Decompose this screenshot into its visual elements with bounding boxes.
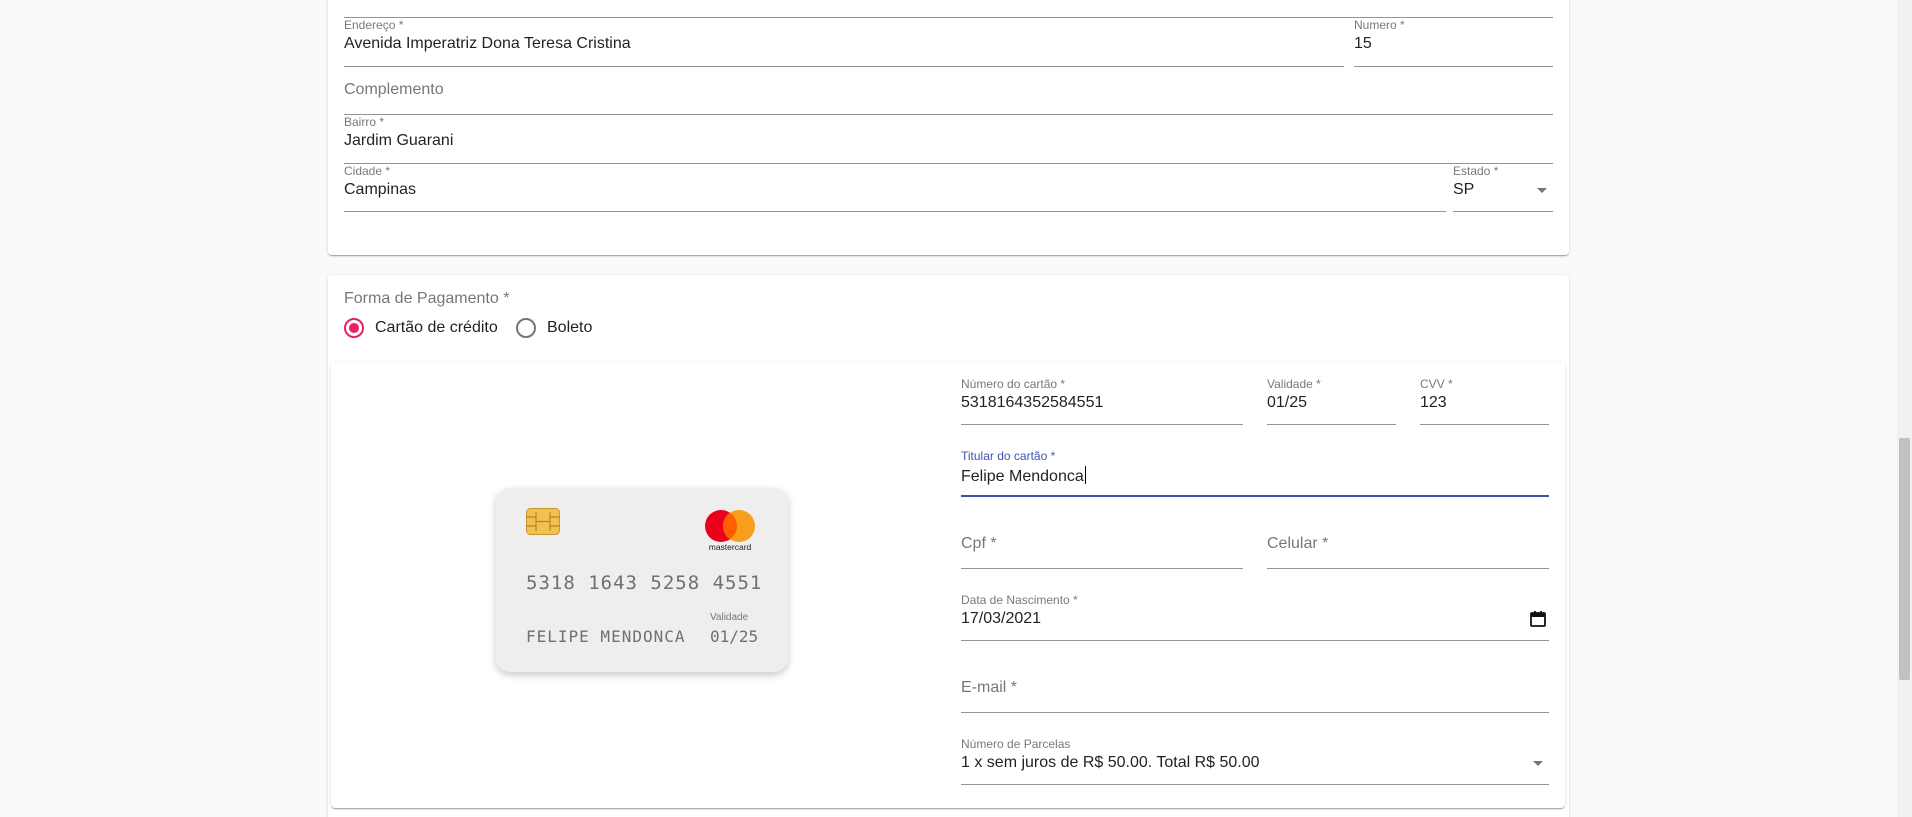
- cep-value: 13100-200: [344, 0, 421, 5]
- bairro-value: Jardim Guarani: [344, 132, 454, 149]
- endereco-value: Avenida Imperatriz Dona Teresa Cristina: [344, 35, 631, 52]
- installments-label: Número de Parcelas: [961, 737, 1071, 751]
- cidade-field[interactable]: Cidade * Campinas: [344, 164, 1446, 212]
- cvv-underline: [1420, 424, 1549, 425]
- mastercard-brand-text: mastercard: [709, 542, 752, 552]
- radio-checked-icon[interactable]: [344, 318, 364, 338]
- validity-underline: [1267, 424, 1396, 425]
- cpf-underline: [961, 568, 1243, 569]
- email-field[interactable]: E-mail *: [961, 665, 1549, 713]
- validity-field[interactable]: Validade * 01/25: [1267, 377, 1396, 425]
- email-underline: [961, 712, 1549, 713]
- cvv-field[interactable]: CVV * 123: [1420, 377, 1549, 425]
- dropdown-arrow-icon[interactable]: [1533, 761, 1543, 766]
- radio-credit-card-label: Cartão de crédito: [375, 319, 498, 336]
- cvv-label: CVV *: [1420, 377, 1453, 391]
- birthdate-field[interactable]: Data de Nascimento * 17/03/2021: [961, 593, 1549, 641]
- text-caret: [1084, 466, 1086, 484]
- card-preview-validity: 01/25: [710, 627, 759, 646]
- address-card: 13100-200 Endereço * Avenida Imperatriz …: [328, 0, 1569, 255]
- installments-select[interactable]: Número de Parcelas 1 x sem juros de R$ 5…: [961, 737, 1549, 785]
- radio-boleto-label: Boleto: [547, 319, 593, 336]
- radio-credit-card[interactable]: Cartão de crédito: [344, 318, 498, 338]
- celular-field[interactable]: Celular *: [1267, 521, 1549, 569]
- mastercard-logo-icon: mastercard: [705, 510, 755, 552]
- dropdown-arrow-icon[interactable]: [1537, 188, 1547, 193]
- payment-method-title: Forma de Pagamento *: [344, 290, 510, 307]
- card-preview-holder: FELIPE MENDONCA: [526, 627, 686, 646]
- bairro-label: Bairro *: [344, 115, 385, 129]
- estado-select[interactable]: Estado * SP: [1453, 164, 1553, 212]
- card-holder-underline: [961, 495, 1549, 497]
- cpf-placeholder: Cpf *: [961, 535, 997, 552]
- endereco-label: Endereço *: [344, 18, 404, 32]
- card-number-label: Número do cartão *: [961, 377, 1066, 391]
- endereco-field[interactable]: Endereço * Avenida Imperatriz Dona Teres…: [344, 18, 1344, 67]
- credit-card-preview: mastercard 5318 1643 5258 4551 FELIPE ME…: [496, 488, 788, 672]
- celular-underline: [1267, 568, 1549, 569]
- complemento-placeholder: Complemento: [344, 81, 444, 98]
- card-holder-value: Felipe Mendonca: [961, 468, 1084, 485]
- validity-value: 01/25: [1267, 394, 1308, 411]
- card-number-underline: [961, 424, 1243, 425]
- card-holder-label: Titular do cartão *: [961, 449, 1056, 463]
- bairro-field[interactable]: Bairro * Jardim Guarani: [344, 115, 1553, 164]
- chip-icon: [526, 508, 560, 535]
- complemento-field[interactable]: Complemento: [344, 67, 1553, 115]
- installments-value: 1 x sem juros de R$ 50.00. Total R$ 50.0…: [961, 754, 1260, 771]
- cidade-value: Campinas: [344, 181, 417, 198]
- radio-boleto[interactable]: Boleto: [516, 318, 592, 338]
- scrollbar-thumb[interactable]: [1899, 438, 1910, 680]
- cvv-value: 123: [1420, 394, 1447, 411]
- scrollbar-track[interactable]: [1897, 0, 1912, 817]
- card-number-value: 5318164352584551: [961, 394, 1104, 411]
- email-placeholder: E-mail *: [961, 679, 1018, 696]
- estado-underline: [1453, 211, 1553, 212]
- celular-placeholder: Celular *: [1267, 535, 1329, 552]
- installments-underline: [961, 784, 1549, 785]
- validity-label: Validade *: [1267, 377, 1321, 391]
- estado-label: Estado *: [1453, 164, 1499, 178]
- checkout-page: 13100-200 Endereço * Avenida Imperatriz …: [0, 0, 1912, 817]
- radio-unchecked-icon[interactable]: [516, 318, 536, 338]
- card-holder-field[interactable]: Titular do cartão * Felipe Mendonca: [961, 449, 1549, 497]
- cep-field[interactable]: 13100-200: [344, 0, 1553, 18]
- numero-value: 15: [1354, 35, 1372, 52]
- calendar-icon[interactable]: [1529, 610, 1547, 628]
- birthdate-value: 17/03/2021: [961, 610, 1042, 627]
- numero-field[interactable]: Numero * 15: [1354, 18, 1553, 67]
- birthdate-label: Data de Nascimento *: [961, 593, 1078, 607]
- birthdate-underline: [961, 640, 1549, 641]
- numero-label: Numero *: [1354, 18, 1405, 32]
- card-preview-number: 5318 1643 5258 4551: [526, 572, 763, 594]
- cidade-underline: [344, 211, 1446, 212]
- card-number-field[interactable]: Número do cartão * 5318164352584551: [961, 377, 1243, 425]
- cpf-field[interactable]: Cpf *: [961, 521, 1243, 569]
- cidade-label: Cidade *: [344, 164, 391, 178]
- card-preview-validity-label: Validade: [710, 612, 749, 623]
- estado-value: SP: [1453, 181, 1475, 198]
